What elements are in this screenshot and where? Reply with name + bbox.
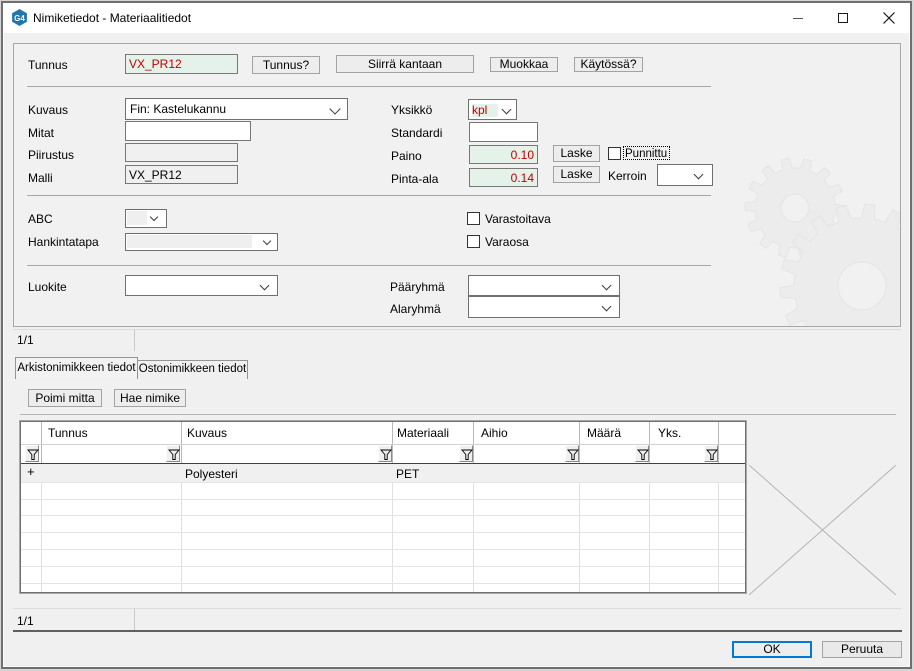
svg-text:G4: G4 bbox=[14, 14, 25, 23]
